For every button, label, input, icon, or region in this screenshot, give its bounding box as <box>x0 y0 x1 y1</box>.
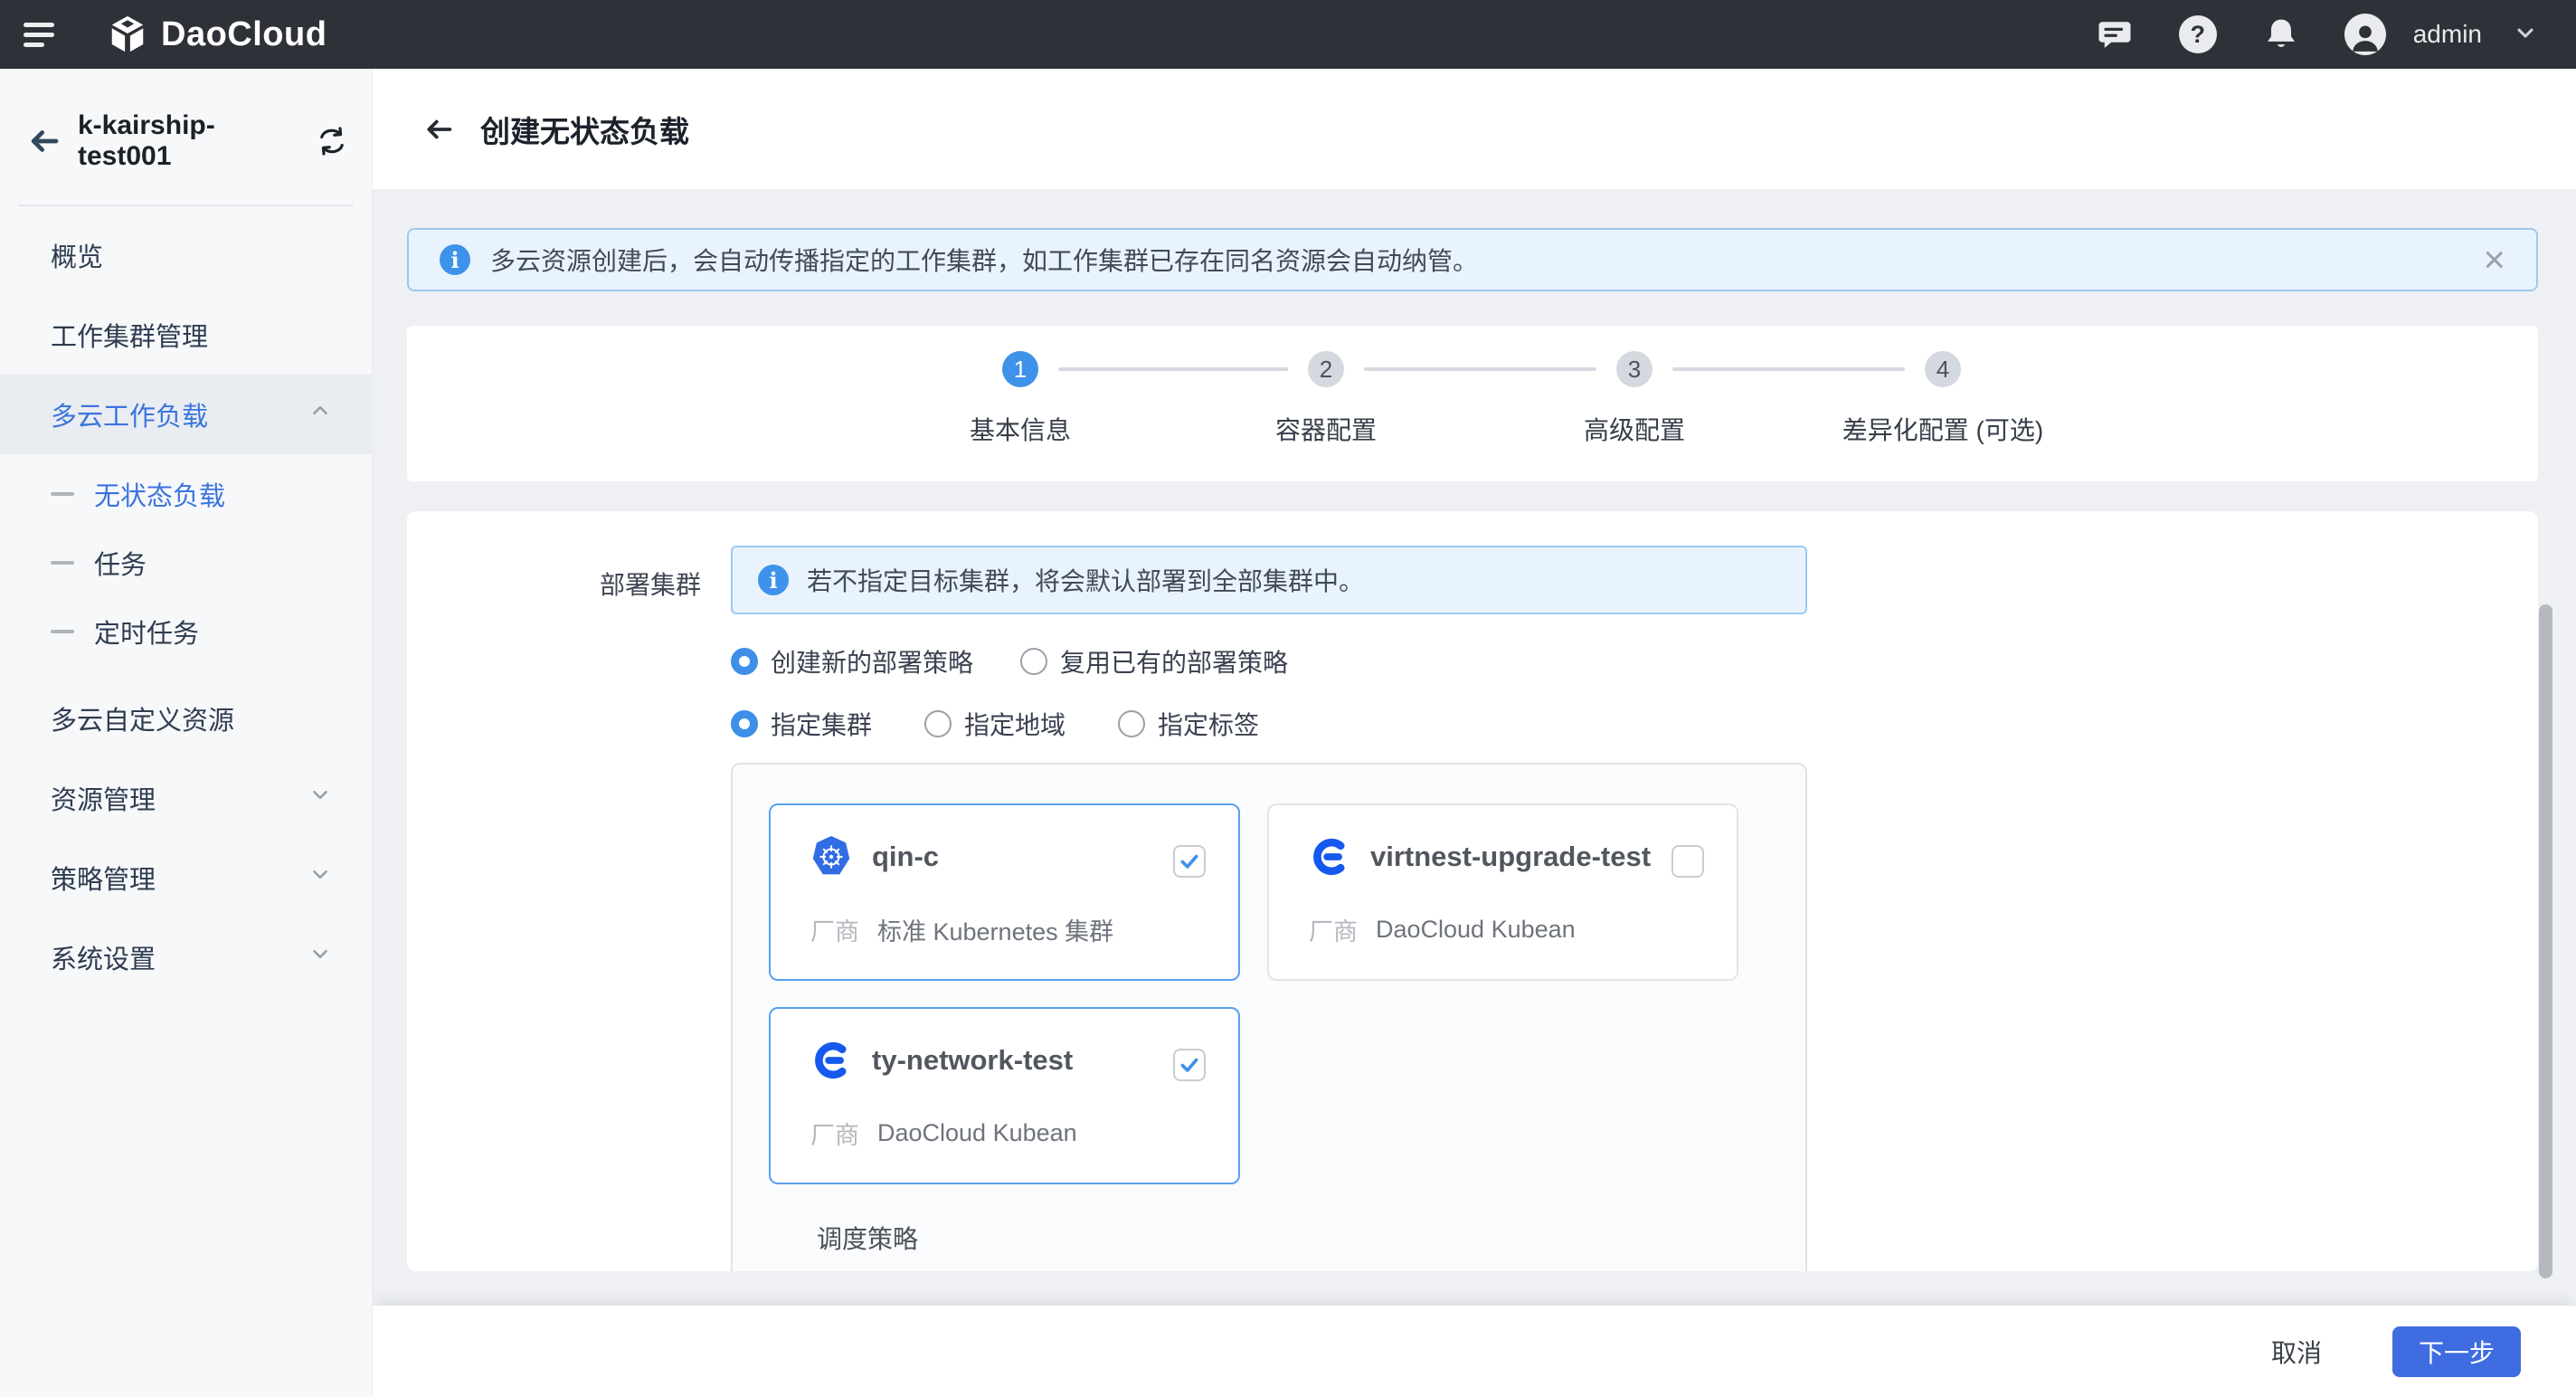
user-avatar-icon[interactable] <box>2344 14 2386 55</box>
step-1-circle[interactable]: 1 <box>1002 351 1038 387</box>
alert-text: 多云资源创建后，会自动传播指定的工作集群，如工作集群已存在同名资源会自动纳管。 <box>490 242 2483 278</box>
radio-icon <box>731 710 758 737</box>
sidebar-item-cronjobs[interactable]: 定时任务 <box>0 597 372 666</box>
cluster-card-virtnest-upgrade-test[interactable]: virtnest-upgrade-test 厂商 DaoCloud Kubean <box>1267 803 1738 981</box>
brand-name: DaoCloud <box>161 15 327 54</box>
topbar-actions: ? admin <box>2095 14 2576 55</box>
radio-specify-cluster[interactable]: 指定集群 <box>731 706 872 742</box>
sidebar-item-overview[interactable]: 概览 <box>0 215 372 295</box>
cluster-name-label: k-kairship-test001 <box>78 110 299 172</box>
vendor-value: DaoCloud Kubean <box>877 1119 1077 1147</box>
cluster-card-name: ty-network-test <box>872 1044 1073 1077</box>
cluster-checkbox-checked[interactable] <box>1173 845 1206 878</box>
radio-reuse-policy[interactable]: 复用已有的部署策略 <box>1020 643 1288 679</box>
policy-radio-group: 创建新的部署策略 复用已有的部署策略 <box>731 643 1288 679</box>
step-connector <box>1058 367 1288 371</box>
vendor-value: 标准 Kubernetes 集群 <box>877 912 1113 947</box>
main-content: i 多云资源创建后，会自动传播指定的工作集群，如工作集群已存在同名资源会自动纳管… <box>373 189 2576 1306</box>
vendor-label: 厂商 <box>810 1116 859 1151</box>
info-alert: i 多云资源创建后，会自动传播指定的工作集群，如工作集群已存在同名资源会自动纳管… <box>407 228 2538 291</box>
step-3-circle[interactable]: 3 <box>1616 351 1653 387</box>
brand-logo[interactable]: DaoCloud <box>107 14 327 55</box>
sidebar-item-policy-mgmt[interactable]: 策略管理 <box>0 838 372 917</box>
radio-new-policy[interactable]: 创建新的部署策略 <box>731 643 973 679</box>
step-3-label: 高级配置 <box>1481 411 1788 447</box>
cluster-card-name: qin-c <box>872 841 939 873</box>
radio-specify-region[interactable]: 指定地域 <box>924 706 1065 742</box>
footer-actions: 取消 下一步 <box>373 1306 2576 1397</box>
username-label: admin <box>2413 20 2482 49</box>
cluster-selection-box: qin-c 厂商 标准 Kubernetes 集群 <box>731 763 1807 1271</box>
topbar: DaoCloud ? <box>0 0 2576 69</box>
radio-icon <box>924 710 952 737</box>
page-title: 创建无状态负载 <box>480 108 689 151</box>
cluster-checkbox-unchecked[interactable] <box>1672 845 1704 878</box>
sidebar-back-arrow-icon[interactable] <box>27 124 62 158</box>
info-icon: i <box>758 565 789 595</box>
sidebar-item-work-cluster-mgmt[interactable]: 工作集群管理 <box>0 295 372 375</box>
page-header: 创建无状态负载 <box>373 69 2576 189</box>
step-2-circle[interactable]: 2 <box>1308 351 1344 387</box>
kubean-icon <box>1309 836 1350 878</box>
sidebar-cluster-header: k-kairship-test001 <box>0 69 372 172</box>
app-root: DaoCloud ? <box>0 0 2576 1397</box>
step-1-label: 基本信息 <box>867 411 1174 447</box>
deploy-cluster-label: 部署集群 <box>600 565 701 602</box>
step-4-circle[interactable]: 4 <box>1925 351 1961 387</box>
switch-cluster-icon[interactable] <box>316 125 348 157</box>
chevron-up-icon <box>308 399 332 430</box>
alert-close-icon[interactable]: × <box>2483 241 2505 279</box>
step-2-label: 容器配置 <box>1172 411 1480 447</box>
sidebar-item-stateless-workload[interactable]: 无状态负载 <box>0 460 372 528</box>
help-icon[interactable]: ? <box>2178 14 2218 54</box>
info-icon: i <box>440 244 470 275</box>
hamburger-menu-icon[interactable] <box>24 23 60 47</box>
sidebar-divider <box>18 204 354 206</box>
messages-icon[interactable] <box>2095 14 2135 54</box>
cluster-checkbox-checked[interactable] <box>1173 1049 1206 1081</box>
cluster-card-ty-network-test[interactable]: ty-network-test 厂商 DaoCloud Kubean <box>769 1007 1240 1184</box>
chevron-down-icon <box>308 783 332 813</box>
step-connector <box>1364 367 1596 371</box>
user-menu-chevron-down-icon[interactable] <box>2513 20 2538 50</box>
notifications-bell-icon[interactable] <box>2261 14 2301 54</box>
sidebar-subgroup: 无状态负载 任务 定时任务 <box>0 454 372 679</box>
radio-icon <box>731 648 758 675</box>
sidebar: k-kairship-test001 概览 工作集群管理 多云工作负载 无 <box>0 69 373 1397</box>
wizard-stepper: 1 2 3 4 基本信息 容器配置 高级配置 差异化配置 (可选) <box>407 326 2538 481</box>
vertical-scrollbar-thumb[interactable] <box>2539 604 2552 1278</box>
next-step-button[interactable]: 下一步 <box>2392 1326 2521 1377</box>
vendor-label: 厂商 <box>1309 912 1358 947</box>
sidebar-item-multicloud-workloads[interactable]: 多云工作负载 <box>0 375 372 454</box>
step-4-label: 差异化配置 (可选) <box>1789 411 2097 447</box>
page-back-arrow-icon[interactable] <box>422 113 455 146</box>
target-radio-group: 指定集群 指定地域 指定标签 <box>731 706 1259 742</box>
deploy-hint-box: i 若不指定目标集群，将会默认部署到全部集群中。 <box>731 546 1807 614</box>
vendor-label: 厂商 <box>810 912 859 947</box>
cancel-button[interactable]: 取消 <box>2271 1334 2322 1370</box>
sidebar-item-multicloud-crd[interactable]: 多云自定义资源 <box>0 679 372 758</box>
radio-specify-label[interactable]: 指定标签 <box>1118 706 1259 742</box>
basic-info-form-panel: 部署集群 i 若不指定目标集群，将会默认部署到全部集群中。 创建新的部署策略 复… <box>407 511 2538 1271</box>
sidebar-item-jobs[interactable]: 任务 <box>0 528 372 597</box>
sidebar-item-system-settings[interactable]: 系统设置 <box>0 917 372 997</box>
sidebar-item-resource-mgmt[interactable]: 资源管理 <box>0 758 372 838</box>
radio-icon <box>1020 648 1047 675</box>
cluster-card-name: virtnest-upgrade-test <box>1370 841 1651 873</box>
radio-icon <box>1118 710 1145 737</box>
kubean-icon <box>810 1040 852 1081</box>
chevron-down-icon <box>308 942 332 973</box>
schedule-policy-label: 调度策略 <box>817 1220 918 1256</box>
cluster-card-qin-c[interactable]: qin-c 厂商 标准 Kubernetes 集群 <box>769 803 1240 981</box>
chevron-down-icon <box>308 862 332 893</box>
step-connector <box>1672 367 1905 371</box>
vendor-value: DaoCloud Kubean <box>1376 916 1576 944</box>
kubernetes-icon <box>810 836 852 878</box>
deploy-hint-text: 若不指定目标集群，将会默认部署到全部集群中。 <box>807 562 1364 598</box>
daocloud-cube-icon <box>107 14 148 55</box>
